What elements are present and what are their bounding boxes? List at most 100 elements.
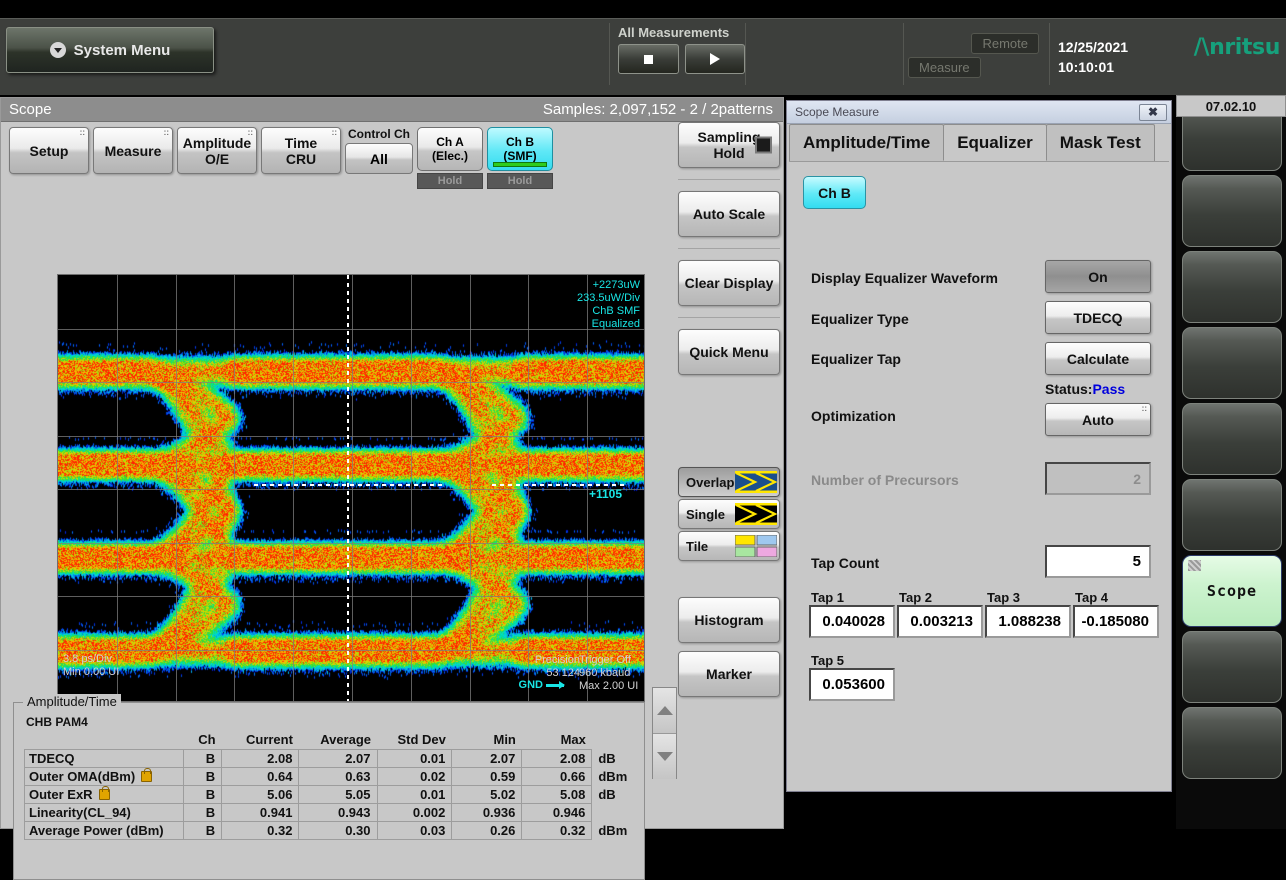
tap-3-input[interactable]: 1.088238 — [985, 605, 1071, 638]
equalizer-tab-body: Ch B Display Equalizer Waveform On Equal… — [789, 161, 1169, 789]
dialog-title-bar[interactable]: Scope Measure ✖ — [787, 101, 1171, 124]
tile-view-button[interactable]: Tile — [678, 531, 780, 561]
row-ch: B — [184, 822, 222, 840]
calculate-button[interactable]: Calculate — [1045, 342, 1151, 375]
time-cursor[interactable] — [347, 275, 349, 701]
panel-scroll-arrows[interactable] — [652, 687, 677, 779]
ch-a-hold-button[interactable]: Hold — [417, 173, 483, 189]
wf-ann-3: Equalized — [577, 318, 640, 331]
table-row[interactable]: Outer ExRB5.065.050.015.025.08dB — [25, 786, 636, 804]
grid-line-vertical — [234, 275, 235, 701]
measure-button[interactable]: :: Measure — [93, 127, 173, 174]
tap-5-input[interactable]: 0.053600 — [809, 668, 895, 701]
sampling-line2: Hold — [713, 145, 744, 161]
amplitude-oe-button[interactable]: :: Amplitude O/E — [177, 127, 257, 174]
vtab-2[interactable] — [1182, 251, 1282, 323]
optimization-select[interactable]: :: Auto — [1045, 403, 1151, 436]
divider — [678, 179, 780, 180]
row-min: 0.59 — [452, 768, 522, 786]
table-row[interactable]: Outer OMA(dBm)B0.640.630.020.590.66dBm — [25, 768, 636, 786]
tap-1-input[interactable]: 0.040028 — [809, 605, 895, 638]
display-eq-waveform-toggle[interactable]: On — [1045, 260, 1151, 293]
status-badge: Status:Pass — [1045, 381, 1125, 397]
row-name: Outer OMA(dBm) — [25, 768, 184, 786]
channel-b-chip[interactable]: Ch B — [803, 176, 866, 209]
grid-line-horizontal — [58, 436, 644, 437]
vtab-scope-active[interactable]: Scope — [1182, 555, 1282, 627]
row-max: 0.946 — [522, 804, 592, 822]
anritsu-logo-text: /\nritsu — [1194, 35, 1280, 60]
auto-scale-button[interactable]: Auto Scale — [678, 191, 780, 237]
amplitude-marker-right[interactable] — [492, 484, 624, 486]
single-view-button[interactable]: Single — [678, 499, 780, 529]
amplitude-line1: Amplitude — [183, 135, 251, 151]
measurement-table: Ch Current Average Std Dev Min Max TDECQ… — [24, 731, 636, 840]
clear-display-button[interactable]: Clear Display — [678, 260, 780, 306]
vtab-5[interactable] — [1182, 479, 1282, 551]
grid-line-vertical — [470, 275, 471, 701]
ch-b-hold-button[interactable]: Hold — [487, 173, 553, 189]
histogram-button[interactable]: Histogram — [678, 597, 780, 643]
tap-3-label: Tap 3 — [987, 590, 1020, 605]
marker-button[interactable]: Marker — [678, 651, 780, 697]
grid-line-vertical — [528, 275, 529, 701]
scroll-up-button[interactable] — [653, 688, 676, 733]
overlap-label: Overlap — [686, 475, 734, 490]
tab-mask-test[interactable]: Mask Test — [1046, 124, 1155, 161]
run-measurement-button[interactable] — [685, 44, 746, 74]
tab-equalizer[interactable]: Equalizer — [943, 124, 1047, 161]
table-row[interactable]: Average Power (dBm)B0.320.300.030.260.32… — [25, 822, 636, 840]
waveform-display[interactable]: +2273uW 233.5uW/Div ChB SMF Equalized +1… — [57, 274, 645, 702]
stop-measurement-button[interactable] — [618, 44, 679, 74]
dialog-tabs: Amplitude/Time Equalizer Mask Test — [787, 124, 1171, 161]
scroll-down-button[interactable] — [653, 734, 676, 779]
tap-count-label: Tap Count — [811, 555, 879, 571]
measure-label: Measure — [105, 143, 162, 159]
row-stddev: 0.01 — [377, 786, 452, 804]
vtab-7[interactable] — [1182, 631, 1282, 703]
wf-ann-2: ChB SMF — [577, 305, 640, 318]
close-icon[interactable]: ✖ — [1139, 104, 1167, 121]
sampling-hold-led-icon — [755, 137, 772, 154]
system-menu-button[interactable]: System Menu — [6, 27, 214, 73]
vtab-1[interactable] — [1182, 175, 1282, 247]
ch-a-button[interactable]: Ch A (Elec.) — [417, 127, 483, 171]
table-row[interactable]: Linearity(CL_94)B0.9410.9430.0020.9360.9… — [25, 804, 636, 822]
grid-line-horizontal — [58, 329, 644, 330]
row-current: 0.64 — [222, 768, 299, 786]
wf-ann-1: 233.5uW/Div — [577, 292, 640, 305]
vtab-3[interactable] — [1182, 327, 1282, 399]
divider — [678, 248, 780, 249]
vtab-8[interactable] — [1182, 707, 1282, 779]
tab-amplitude-time[interactable]: Amplitude/Time — [789, 124, 944, 161]
tap-4-input[interactable]: -0.185080 — [1073, 605, 1159, 638]
grid-line-horizontal — [58, 596, 644, 597]
row-average: 5.05 — [299, 786, 377, 804]
setup-button[interactable]: :: Setup — [9, 127, 89, 174]
tap-1-label: Tap 1 — [811, 590, 844, 605]
row-average: 0.30 — [299, 822, 377, 840]
th-min: Min — [452, 731, 522, 750]
grid-line-vertical — [352, 275, 353, 701]
sampling-hold-button[interactable]: Sampling Hold — [678, 122, 780, 168]
overlap-view-button[interactable]: Overlap — [678, 467, 780, 497]
vtab-label: Scope — [1207, 582, 1257, 600]
resize-handle-icon: :: — [1142, 405, 1147, 413]
remote-status-badge: Remote — [971, 33, 1039, 54]
table-row[interactable]: TDECQB2.082.070.012.072.08dB — [25, 750, 636, 768]
scope-title-bar: Scope Samples: 2,097,152 - 2 / 2patterns — [1, 98, 783, 122]
ch-b-button[interactable]: Ch B (SMF) — [487, 127, 553, 171]
tap-count-input[interactable]: 5 — [1045, 545, 1151, 578]
equalizer-type-select[interactable]: TDECQ — [1045, 301, 1151, 334]
amplitude-marker-left[interactable] — [254, 484, 442, 486]
row-stddev: 0.01 — [377, 750, 452, 768]
time-cru-button[interactable]: :: Time CRU — [261, 127, 341, 174]
vtab-4[interactable] — [1182, 403, 1282, 475]
tab-corner-icon — [1188, 560, 1201, 571]
control-ch-select[interactable]: All — [345, 143, 413, 174]
tap-4-label: Tap 4 — [1075, 590, 1108, 605]
lock-icon — [141, 771, 152, 782]
chevron-down-icon — [50, 42, 66, 58]
quick-menu-button[interactable]: Quick Menu — [678, 329, 780, 375]
tap-2-input[interactable]: 0.003213 — [897, 605, 983, 638]
